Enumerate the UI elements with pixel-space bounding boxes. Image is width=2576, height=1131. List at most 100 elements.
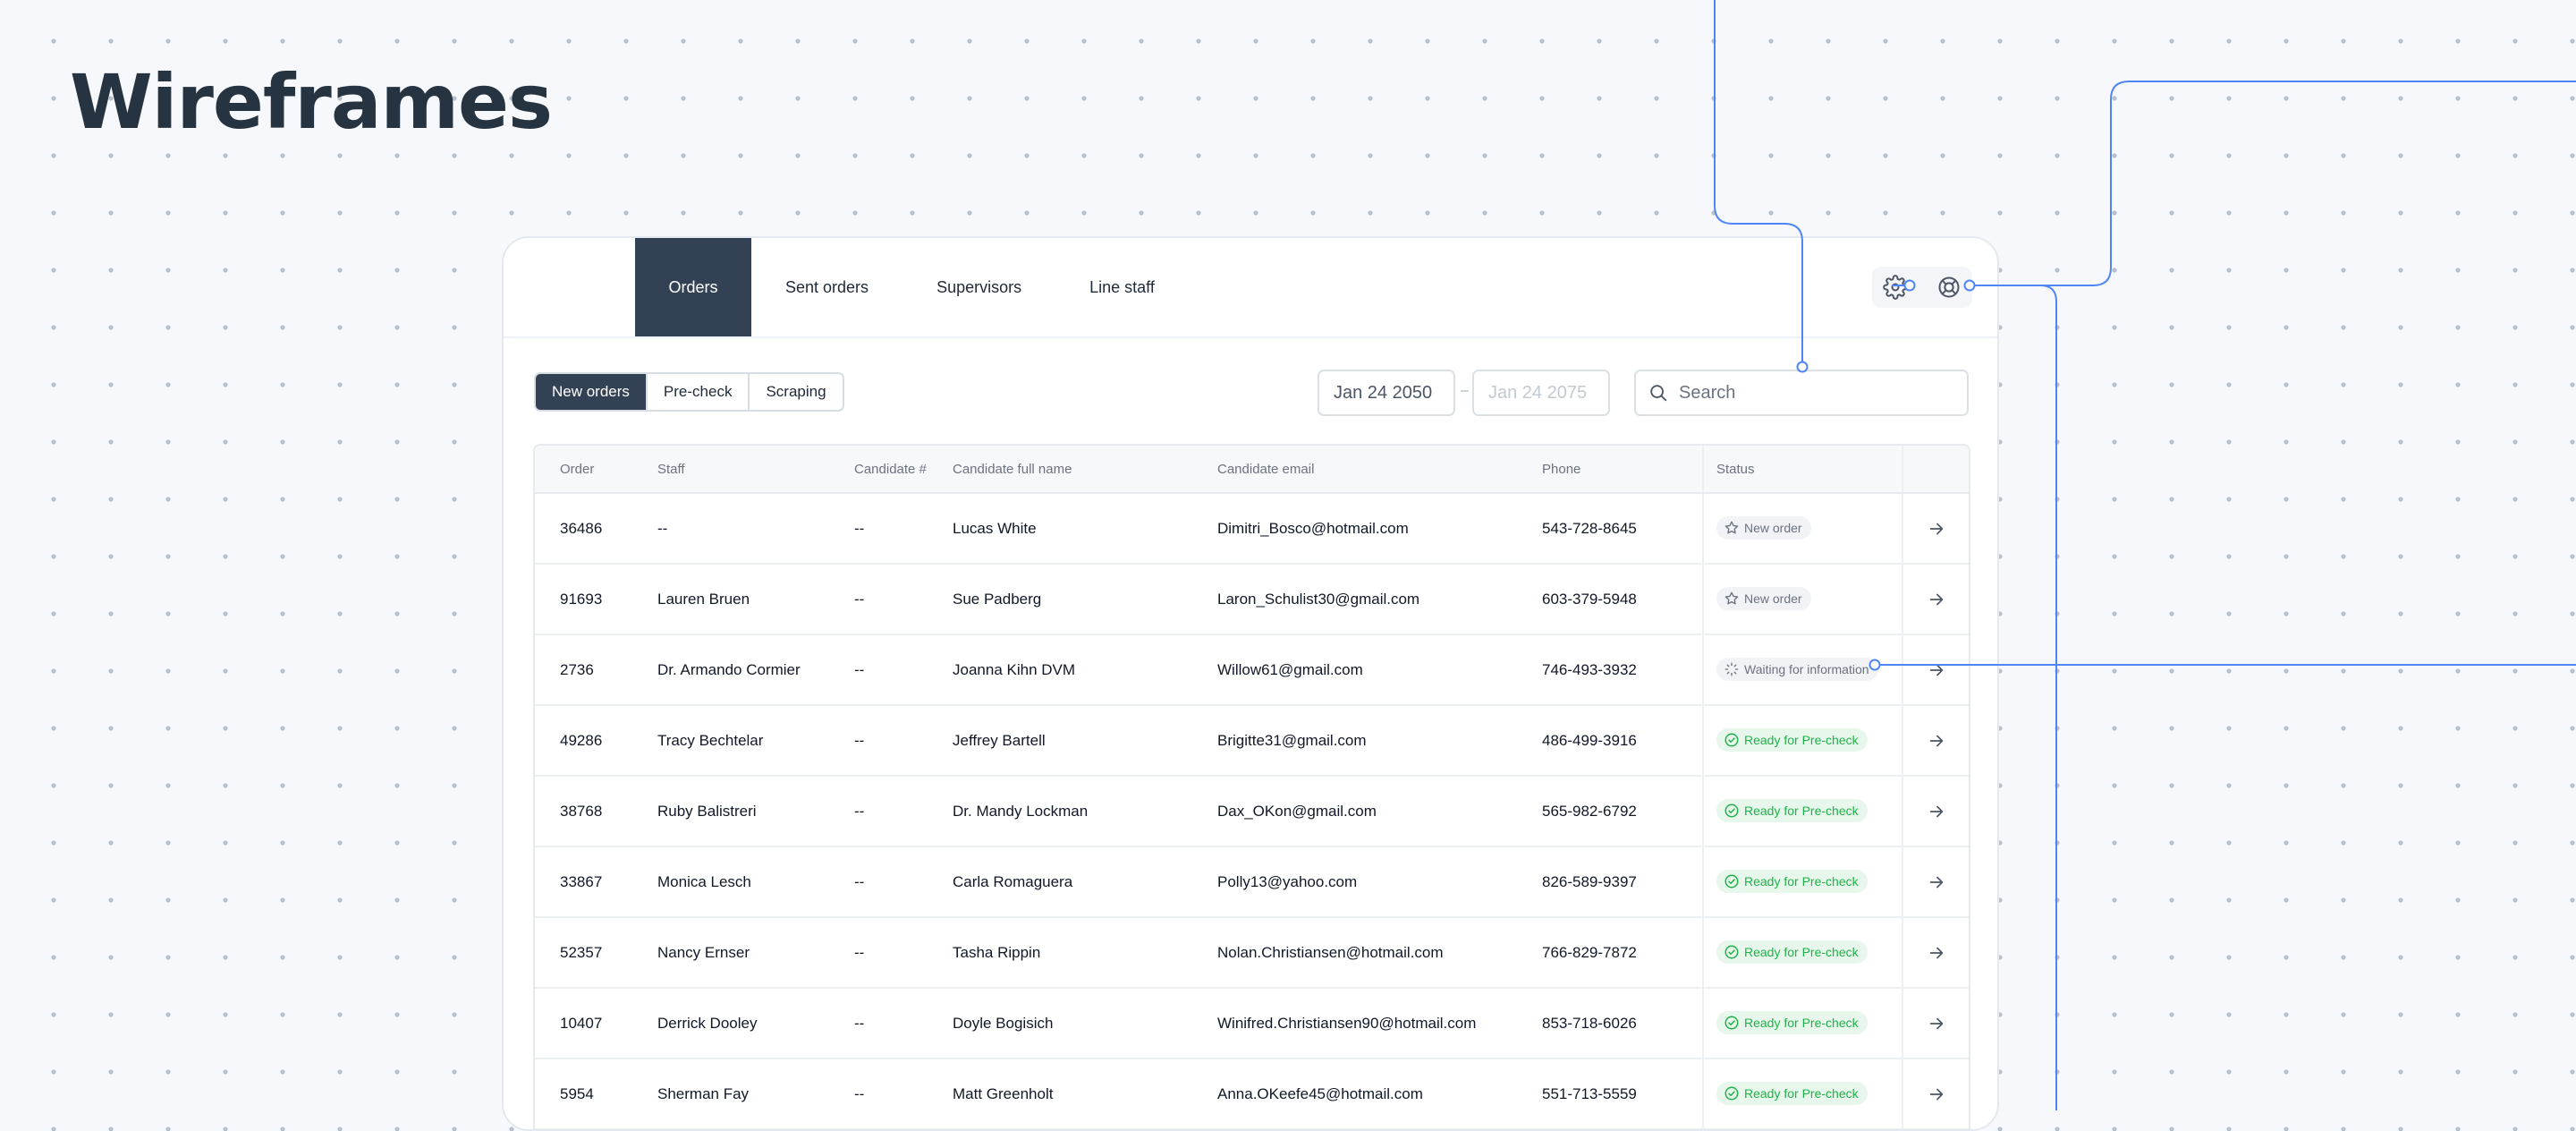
row-open-button[interactable] [1902, 493, 1969, 565]
segment-pre-check[interactable]: Pre-check [645, 374, 749, 410]
cell-staff: Sherman Fay [657, 1059, 854, 1129]
table-row[interactable]: 49286 Tracy Bechtelar -- Jeffrey Bartell Bri… [535, 705, 1969, 777]
segment-scraping[interactable]: Scraping [748, 374, 843, 410]
cell-candidate-email: Dax_OKon@gmail.com [1217, 776, 1542, 847]
cell-candidate-name: Lucas White [953, 493, 1217, 565]
cell-staff: Monica Lesch [657, 846, 854, 918]
row-open-button[interactable] [1902, 1059, 1969, 1129]
status-badge-label: Ready for Pre-check [1744, 945, 1859, 959]
check-circle-icon [1724, 804, 1739, 818]
row-open-button[interactable] [1902, 564, 1969, 635]
cell-candidate-number: -- [854, 634, 953, 706]
tab-label: Orders [668, 277, 718, 296]
row-open-button[interactable] [1902, 705, 1969, 777]
date-from-input[interactable]: Jan 24 2050 [1318, 370, 1455, 416]
orders-table-card: Order Staff Candidate # Candidate full n… [533, 444, 1970, 1129]
tab-sent-orders[interactable]: Sent orders [751, 238, 902, 336]
column-header-status[interactable]: Status [1702, 446, 1902, 494]
row-open-button[interactable] [1902, 988, 1969, 1059]
table-row[interactable]: 36486 -- -- Lucas White Dimitri_Bosco@hotmai… [535, 493, 1969, 565]
star-icon [1724, 521, 1739, 534]
cell-candidate-name: Joanna Kihn DVM [953, 634, 1217, 706]
column-header-candidate-name[interactable]: Candidate full name [953, 446, 1217, 494]
gear-icon[interactable] [1883, 275, 1908, 300]
arrow-right-icon [1929, 1088, 1943, 1100]
cell-status: Waiting for information [1702, 634, 1902, 706]
column-header-phone[interactable]: Phone [1542, 446, 1703, 494]
cell-candidate-name: Jeffrey Bartell [953, 705, 1217, 777]
table-header-row: Order Staff Candidate # Candidate full n… [535, 446, 1969, 494]
cell-candidate-number: -- [854, 917, 953, 989]
check-circle-icon [1724, 874, 1739, 889]
column-header-staff[interactable]: Staff [657, 446, 854, 494]
row-open-button[interactable] [1902, 917, 1969, 989]
tab-label: Line staff [1089, 277, 1155, 296]
search-input[interactable] [1679, 378, 1947, 407]
cell-order: 10407 [535, 988, 657, 1059]
table-row[interactable]: 91693 Lauren Bruen -- Sue Padberg Laron_Schu… [535, 564, 1969, 635]
check-circle-icon [1724, 1016, 1739, 1030]
cell-phone: 766-829-7872 [1542, 917, 1703, 989]
cell-status: Ready for Pre-check [1702, 846, 1902, 918]
table-row[interactable]: 10407 Derrick Dooley -- Doyle Bogisich Winif… [535, 988, 1969, 1059]
segment-new-orders[interactable]: New orders [536, 374, 646, 410]
cell-candidate-name: Doyle Bogisich [953, 988, 1217, 1059]
cell-phone: 486-499-3916 [1542, 705, 1703, 777]
column-header-candidate-number[interactable]: Candidate # [854, 446, 953, 494]
arrow-right-icon [1929, 735, 1943, 746]
tab-label: Sent orders [785, 277, 869, 296]
filter-row: New orders Pre-check Scraping Jan 24 205… [504, 338, 1997, 447]
tab-orders[interactable]: Orders [635, 238, 751, 336]
cell-order: 2736 [535, 634, 657, 706]
date-to-input[interactable]: Jan 24 2075 [1472, 370, 1610, 416]
row-open-button[interactable] [1902, 634, 1969, 706]
cell-phone: 853-718-6026 [1542, 988, 1703, 1059]
cell-status: Ready for Pre-check [1702, 917, 1902, 989]
status-badge: Ready for Pre-check [1716, 799, 1868, 822]
cell-candidate-email: Polly13@yahoo.com [1217, 846, 1542, 918]
orders-table: Order Staff Candidate # Candidate full n… [535, 446, 1969, 1129]
arrow-right-icon [1929, 523, 1943, 534]
table-row[interactable]: 52357 Nancy Ernser -- Tasha Rippin Nolan.Chr… [535, 917, 1969, 989]
search-box [1634, 370, 1969, 416]
arrow-right-icon [1929, 593, 1943, 605]
row-open-button[interactable] [1902, 776, 1969, 847]
cell-candidate-email: Winifred.Christiansen90@hotmail.com [1217, 988, 1542, 1059]
cell-candidate-email: Nolan.Christiansen@hotmail.com [1217, 917, 1542, 989]
connector-line-settings [1970, 81, 2576, 286]
cell-candidate-number: -- [854, 846, 953, 918]
cell-staff: Tracy Bechtelar [657, 705, 854, 777]
cell-phone: 565-982-6792 [1542, 776, 1703, 847]
column-header-order[interactable]: Order [535, 446, 657, 494]
cell-candidate-number: -- [854, 1059, 953, 1129]
table-row[interactable]: 5954 Sherman Fay -- Matt Greenholt Anna.OKee… [535, 1059, 1969, 1129]
tab-line-staff[interactable]: Line staff [1055, 238, 1189, 336]
column-header-candidate-email[interactable]: Candidate email [1217, 446, 1542, 494]
search-icon [1650, 385, 1667, 402]
cell-order: 38768 [535, 776, 657, 847]
table-row[interactable]: 2736 Dr. Armando Cormier -- Joanna Kihn DVM… [535, 634, 1969, 706]
top-nav: Orders Sent orders Supervisors Line staf… [504, 238, 1997, 338]
status-badge-label: Ready for Pre-check [1744, 1086, 1859, 1101]
table-row[interactable]: 33867 Monica Lesch -- Carla Romaguera Polly1… [535, 846, 1969, 918]
cell-candidate-name: Matt Greenholt [953, 1059, 1217, 1129]
tab-label: Supervisors [936, 277, 1022, 296]
cell-candidate-number: -- [854, 564, 953, 635]
help-icon[interactable] [1936, 275, 1962, 300]
cell-candidate-email: Brigitte31@gmail.com [1217, 705, 1542, 777]
status-badge: Ready for Pre-check [1716, 728, 1868, 752]
row-open-button[interactable] [1902, 846, 1969, 918]
cell-candidate-number: -- [854, 776, 953, 847]
arrow-right-icon [1929, 876, 1943, 888]
cell-phone: 746-493-3932 [1542, 634, 1703, 706]
status-badge-label: Ready for Pre-check [1744, 804, 1859, 818]
cell-phone: 826-589-9397 [1542, 846, 1703, 918]
cell-phone: 551-713-5559 [1542, 1059, 1703, 1129]
cell-status: Ready for Pre-check [1702, 1059, 1902, 1129]
table-row[interactable]: 38768 Ruby Balistreri -- Dr. Mandy Lockman D… [535, 776, 1969, 847]
cell-staff: Lauren Bruen [657, 564, 854, 635]
cell-order: 5954 [535, 1059, 657, 1129]
tab-supervisors[interactable]: Supervisors [902, 238, 1055, 336]
cell-candidate-number: -- [854, 988, 953, 1059]
loader-icon [1724, 662, 1739, 676]
